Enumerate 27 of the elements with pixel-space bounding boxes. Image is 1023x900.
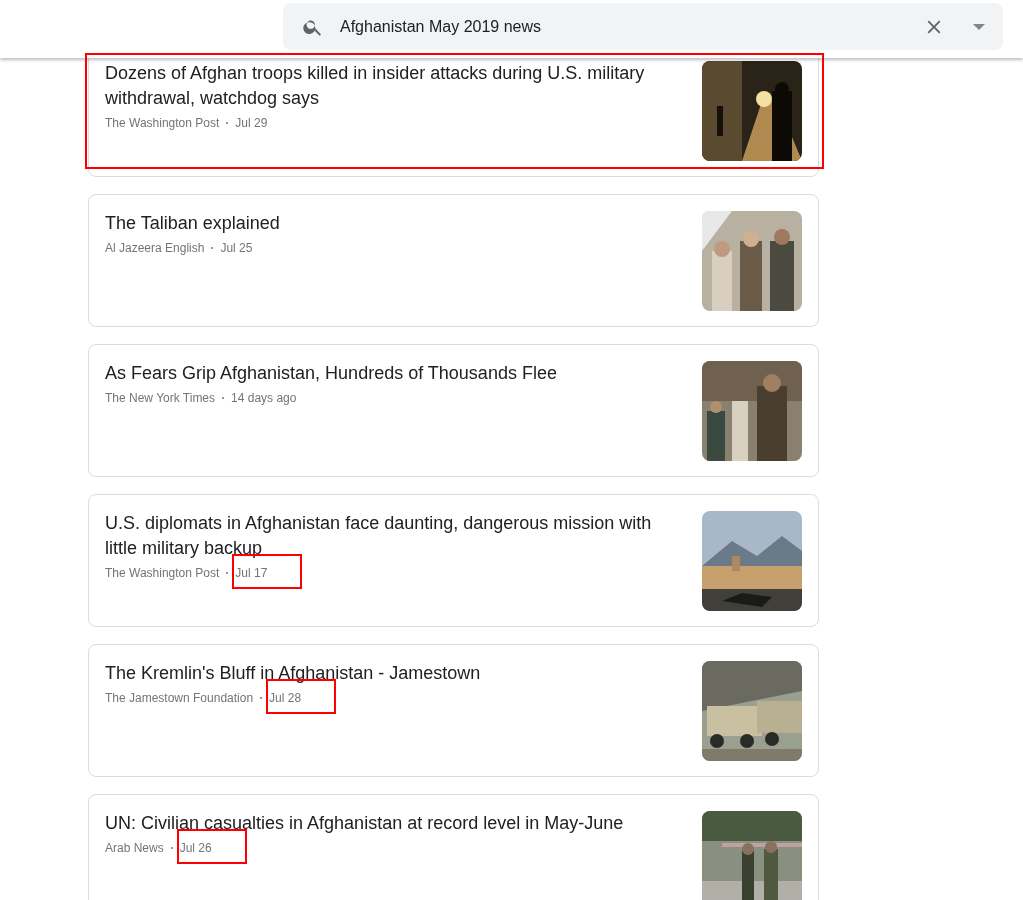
headline[interactable]: As Fears Grip Afghanistan, Hundreds of Thousands Flee bbox=[105, 361, 675, 386]
news-card[interactable]: UN: Civilian casualties in Afghanistan at record level in May-June Arab News Jul 26 bbox=[88, 794, 819, 900]
headline[interactable]: The Taliban explained bbox=[105, 211, 675, 236]
source-name: Arab News bbox=[105, 841, 164, 855]
news-card[interactable]: Dozens of Afghan troops killed in insider attacks during U.S. military withdrawal, watchdog says The Washington Post Jul 29 bbox=[88, 58, 819, 177]
source-name: The New York Times bbox=[105, 391, 216, 405]
headline[interactable]: U.S. diplomats in Afghanistan face daunting, dangerous mission with little military backup bbox=[105, 511, 675, 561]
date-label: Jul 25 bbox=[220, 241, 253, 255]
news-card[interactable]: U.S. diplomats in Afghanistan face daunting, dangerous mission with little military backup The Washington Post Jul 17 bbox=[88, 494, 819, 627]
source-name: Al Jazeera English bbox=[105, 241, 205, 255]
date-label: Jul 28 bbox=[269, 691, 302, 705]
headline[interactable]: UN: Civilian casualties in Afghanistan at record level in May-June bbox=[105, 811, 675, 836]
headline[interactable]: Dozens of Afghan troops killed in insider attacks during U.S. military withdrawal, watchdog says bbox=[105, 61, 675, 111]
source-name: The Washington Post bbox=[105, 566, 220, 580]
news-card[interactable]: The Taliban explained Al Jazeera English Jul 25 bbox=[88, 194, 819, 327]
source-name: The Jamestown Foundation bbox=[105, 691, 254, 705]
search-input[interactable]: Afghanistan May 2019 news bbox=[340, 17, 923, 36]
caret-icon[interactable] bbox=[973, 23, 985, 30]
date-label: Jul 26 bbox=[179, 841, 212, 855]
search-field[interactable]: Afghanistan May 2019 news bbox=[283, 3, 1003, 50]
source-name: The Washington Post bbox=[105, 116, 220, 130]
date-label: Jul 29 bbox=[235, 116, 268, 130]
news-card[interactable]: As Fears Grip Afghanistan, Hundreds of Thousands Flee The New York Times 14 days ago bbox=[88, 344, 819, 477]
headline[interactable]: The Kremlin's Bluff in Afghanistan - Jamestown bbox=[105, 661, 675, 686]
date-label: Jul 17 bbox=[235, 566, 268, 580]
news-card[interactable]: The Kremlin's Bluff in Afghanistan - Jamestown The Jamestown Foundation Jul 28 bbox=[88, 644, 819, 777]
date-label: 14 days ago bbox=[231, 391, 297, 405]
